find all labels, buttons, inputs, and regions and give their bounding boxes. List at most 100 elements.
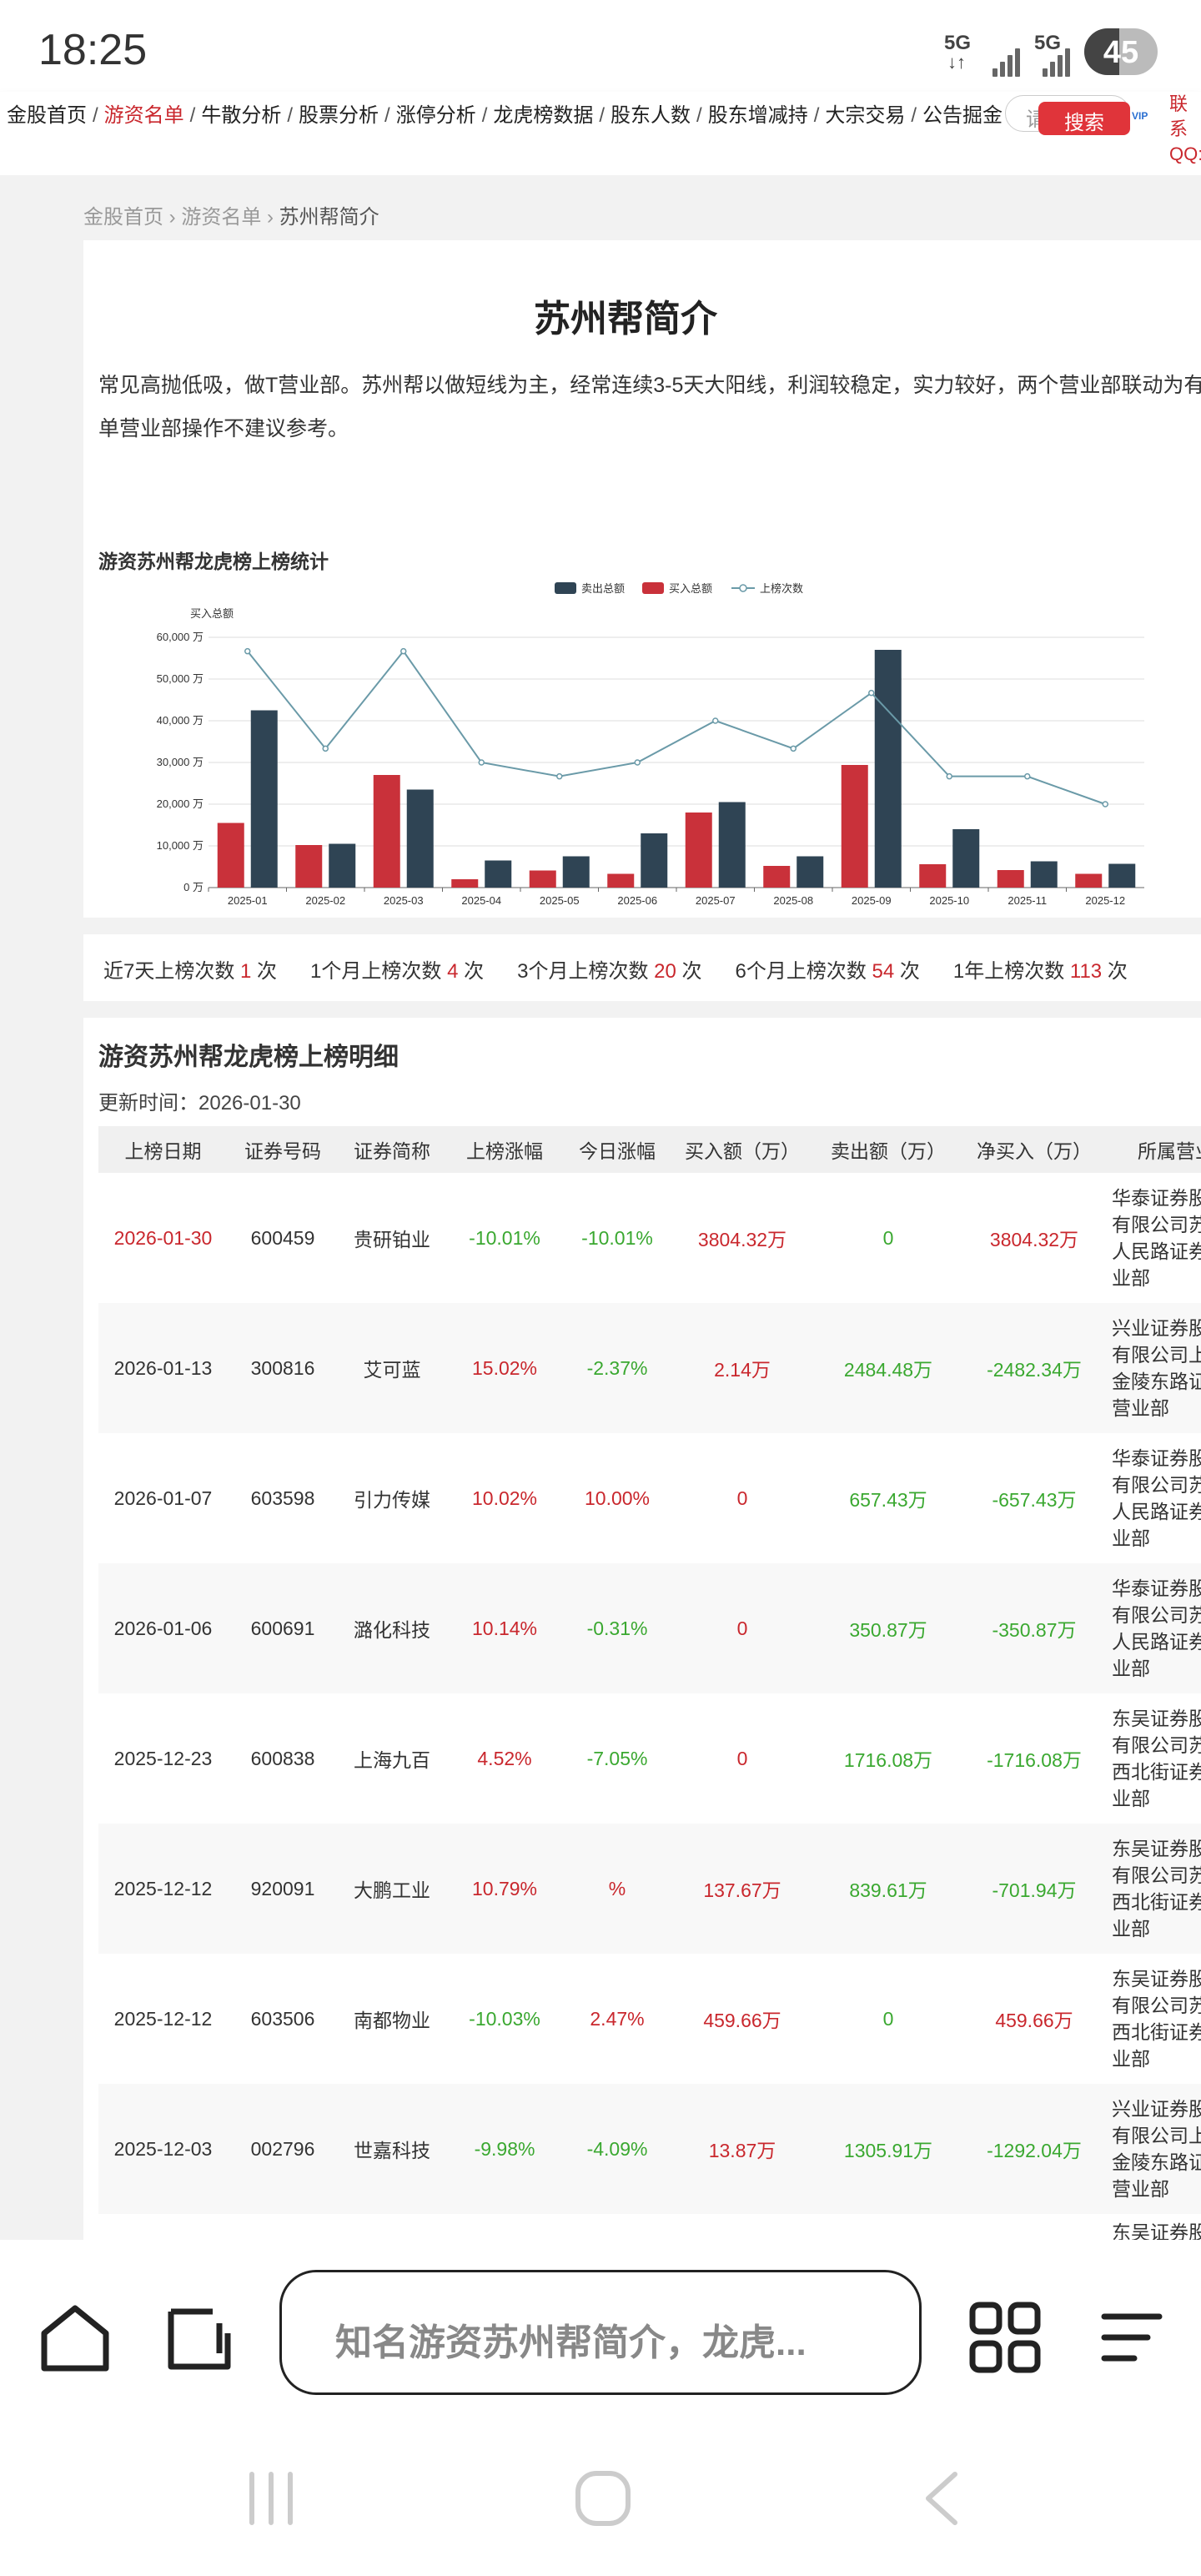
nav-item[interactable]: 公告掘金 bbox=[922, 104, 1003, 127]
bar-sell[interactable] bbox=[1030, 861, 1058, 888]
cell-dept[interactable]: 华泰证券股 有限公司苏 人民路证券 业部 bbox=[1105, 1173, 1201, 1303]
detail-table: 上榜日期 证券号码 证券简称 上榜涨幅 今日涨幅 买入额（万） 卖出额（万） 净买入（万） 所属… bbox=[98, 1126, 1201, 2240]
breadcrumb: 金股首页 › 游资名单 › 苏州帮简介 bbox=[83, 200, 379, 229]
cell-code[interactable]: 300816 bbox=[228, 1303, 338, 1433]
table-row[interactable]: 2025-12-12 603506 南都物业 -10.03% 2.47% 459.66万 0… bbox=[98, 1954, 1201, 2084]
tabs-icon[interactable] bbox=[163, 2300, 238, 2375]
nav-separator: / bbox=[287, 104, 294, 127]
bar-sell[interactable] bbox=[952, 829, 980, 888]
bar-sell[interactable] bbox=[874, 650, 902, 888]
cell-name[interactable]: 上海九百 bbox=[338, 1693, 446, 1824]
cell-code[interactable]: 002796 bbox=[228, 2084, 338, 2214]
table-row-partial[interactable]: 东吴证券股 bbox=[98, 2214, 1201, 2240]
bar-buy[interactable] bbox=[1075, 873, 1103, 888]
line-point[interactable] bbox=[400, 647, 407, 655]
table-row[interactable]: 2025-12-23 600838 上海九百 4.52% -7.05% 0 1716.08万… bbox=[98, 1693, 1201, 1824]
column-header: 所属营业部 bbox=[1105, 1126, 1201, 1173]
cell-dept[interactable]: 兴业证券股 有限公司上 金陵东路证 营业部 bbox=[1105, 2084, 1201, 2214]
line-point[interactable] bbox=[790, 745, 796, 752]
recent-apps-gesture-icon[interactable] bbox=[242, 2469, 300, 2528]
update-value: 2026-01-30 bbox=[198, 1092, 301, 1114]
cell-name[interactable]: 引力传媒 bbox=[338, 1433, 446, 1563]
menu-icon[interactable] bbox=[1093, 2300, 1168, 2375]
bar-buy[interactable] bbox=[295, 845, 323, 888]
bar-sell[interactable] bbox=[641, 833, 668, 888]
cell-code[interactable]: 920091 bbox=[228, 1824, 338, 1954]
line-point[interactable] bbox=[1024, 772, 1031, 780]
breadcrumb-list[interactable]: 游资名单 bbox=[181, 206, 261, 229]
home-icon[interactable] bbox=[38, 2300, 113, 2375]
stat-label: 6个月上榜次数 bbox=[735, 960, 872, 983]
table-row[interactable]: 2026-01-06 600691 潞化科技 10.14% -0.31% 0 350.87万… bbox=[98, 1563, 1201, 1693]
cell-dept[interactable]: 华泰证券股 有限公司苏 人民路证券 业部 bbox=[1105, 1563, 1201, 1693]
nav-item[interactable]: 股东人数 bbox=[611, 104, 691, 127]
bar-buy[interactable] bbox=[529, 870, 556, 888]
line-point[interactable] bbox=[244, 647, 251, 655]
cell-dept[interactable]: 东吴证券股 bbox=[1105, 2214, 1201, 2240]
line-point[interactable] bbox=[868, 689, 875, 697]
search-button[interactable]: 搜索 bbox=[1038, 102, 1130, 135]
cell-name[interactable]: 大鹏工业 bbox=[338, 1824, 446, 1954]
bar-sell[interactable] bbox=[796, 856, 824, 888]
cell-name[interactable]: 艾可蓝 bbox=[338, 1303, 446, 1433]
line-point[interactable] bbox=[946, 772, 952, 780]
contact-link[interactable]: 联系 QQ: bbox=[1169, 92, 1201, 167]
cell-code[interactable]: 600838 bbox=[228, 1693, 338, 1824]
bar-buy[interactable] bbox=[685, 813, 712, 888]
table-row[interactable]: 2026-01-30 600459 贵研铂业 -10.01% -10.01% 3804.3… bbox=[98, 1173, 1201, 1303]
bar-buy[interactable] bbox=[217, 823, 244, 888]
table-row[interactable]: 2025-12-12 920091 大鹏工业 10.79%% 137.67万 839.61… bbox=[98, 1824, 1201, 1954]
cell-code[interactable]: 603506 bbox=[228, 1954, 338, 2084]
bar-buy[interactable] bbox=[997, 870, 1024, 888]
bar-sell[interactable] bbox=[250, 710, 278, 888]
line-point[interactable] bbox=[478, 759, 485, 766]
table-row[interactable]: 2025-12-03 002796 世嘉科技 -9.98% -4.09% 13.87万 13… bbox=[98, 2084, 1201, 2214]
bar-buy[interactable] bbox=[607, 873, 635, 888]
nav-item[interactable]: 金股首页 bbox=[7, 104, 87, 127]
line-point[interactable] bbox=[712, 717, 719, 724]
bar-sell[interactable] bbox=[562, 856, 590, 888]
cell-name[interactable]: 贵研铂业 bbox=[338, 1173, 446, 1303]
cell-code[interactable]: 603598 bbox=[228, 1433, 338, 1563]
home-gesture-icon[interactable] bbox=[574, 2469, 632, 2528]
nav-item[interactable]: 游资名单 bbox=[104, 104, 184, 127]
cell-code[interactable]: 600691 bbox=[228, 1563, 338, 1693]
nav-item[interactable]: 大宗交易 bbox=[825, 104, 905, 127]
bar-buy[interactable] bbox=[919, 864, 947, 888]
bar-buy[interactable] bbox=[373, 775, 400, 888]
cell-dept[interactable]: 兴业证券股 有限公司上 金陵东路证 营业部 bbox=[1105, 1303, 1201, 1433]
line-point[interactable] bbox=[556, 772, 563, 780]
cell-dept[interactable]: 东吴证券股 有限公司苏 西北街证券 业部 bbox=[1105, 1824, 1201, 1954]
nav-item[interactable]: 龙虎榜数据 bbox=[493, 104, 593, 127]
back-gesture-icon[interactable] bbox=[913, 2469, 972, 2528]
cell-code[interactable]: 600459 bbox=[228, 1173, 338, 1303]
cell-name[interactable]: 世嘉科技 bbox=[338, 2084, 446, 2214]
bar-sell[interactable] bbox=[329, 843, 356, 888]
line-point[interactable] bbox=[1102, 801, 1108, 808]
nav-item[interactable]: 涨停分析 bbox=[396, 104, 476, 127]
apps-grid-icon[interactable] bbox=[967, 2300, 1043, 2375]
nav-item[interactable]: 股票分析 bbox=[299, 104, 379, 127]
cell-dept[interactable]: 华泰证券股 有限公司苏 人民路证券 业部 bbox=[1105, 1433, 1201, 1563]
cell-name[interactable]: 潞化科技 bbox=[338, 1563, 446, 1693]
bar-buy[interactable] bbox=[763, 866, 791, 888]
bar-buy[interactable] bbox=[841, 765, 868, 888]
cell-dept[interactable]: 东吴证券股 有限公司苏 西北街证券 业部 bbox=[1105, 1954, 1201, 2084]
bar-sell[interactable] bbox=[718, 802, 746, 888]
cell-name[interactable]: 南都物业 bbox=[338, 1954, 446, 2084]
bar-sell[interactable] bbox=[1108, 863, 1136, 888]
bar-buy[interactable] bbox=[451, 879, 479, 888]
address-bar[interactable]: 知名游资苏州帮简介，龙虎... bbox=[279, 2270, 922, 2395]
line-point[interactable] bbox=[634, 759, 641, 766]
nav-item[interactable]: 牛散分析 bbox=[201, 104, 281, 127]
line-point[interactable] bbox=[322, 745, 329, 752]
bar-sell[interactable] bbox=[406, 789, 434, 888]
table-row[interactable]: 2026-01-13 300816 艾可蓝 15.02% -2.37% 2.14万 2484… bbox=[98, 1303, 1201, 1433]
bar-sell[interactable] bbox=[485, 860, 512, 888]
stat-value: 1 bbox=[240, 960, 252, 983]
breadcrumb-home[interactable]: 金股首页 bbox=[83, 206, 163, 229]
cell-dept[interactable]: 东吴证券股 有限公司苏 西北街证券 业部 bbox=[1105, 1693, 1201, 1824]
table-row[interactable]: 2026-01-07 603598 引力传媒 10.02% 10.00% 0 657.43万… bbox=[98, 1433, 1201, 1563]
nav-item[interactable]: 股东增减持 bbox=[708, 104, 808, 127]
dept-line: 业部 bbox=[1112, 1267, 1150, 1289]
